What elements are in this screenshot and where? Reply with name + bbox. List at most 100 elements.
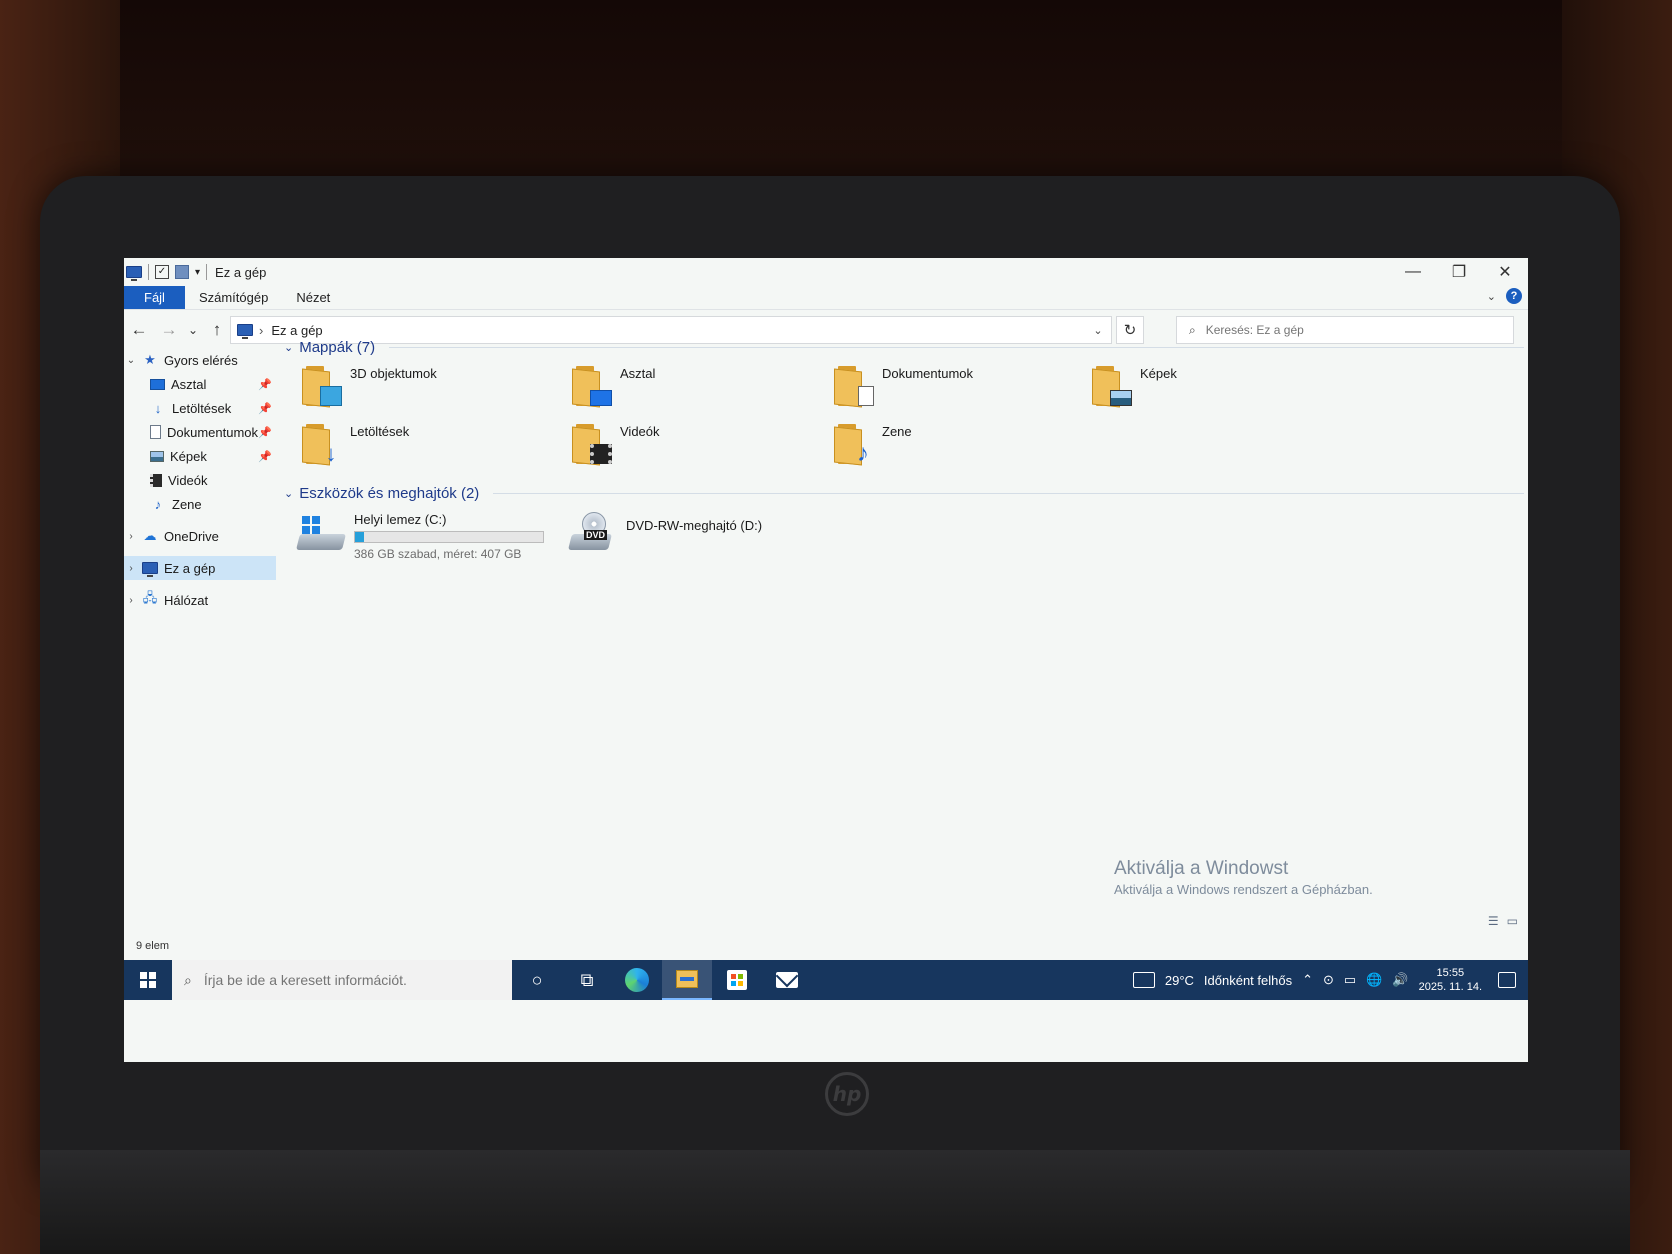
cortana-button[interactable]: ○ (512, 960, 562, 1000)
file-explorer-icon (676, 970, 698, 988)
expand-chevron-icon[interactable]: › (124, 595, 138, 606)
taskbar-search-input[interactable] (203, 972, 494, 988)
sidebar-item-network[interactable]: › 🖧 Hálózat (124, 588, 276, 612)
folder-documents[interactable]: Dokumentumok (834, 366, 973, 408)
meet-now-icon[interactable]: ⊙ (1323, 972, 1334, 988)
new-folder-icon[interactable] (175, 265, 189, 279)
desktop-icon (150, 378, 165, 390)
tab-computer[interactable]: Számítógép (185, 286, 282, 309)
expand-chevron-icon[interactable]: › (124, 531, 138, 542)
folder-desktop[interactable]: Asztal (572, 366, 655, 408)
folder-videos[interactable]: Videók (572, 424, 660, 466)
sidebar-item-quick-access[interactable]: ⌄ ★ Gyors elérés (124, 348, 276, 372)
folder-3d-objects[interactable]: 3D objektumok (302, 366, 437, 408)
collapse-chevron-icon[interactable]: ⌄ (284, 487, 293, 500)
documents-folder-icon (834, 366, 874, 408)
tab-view[interactable]: Nézet (282, 286, 344, 309)
pin-icon[interactable]: 📌 (258, 378, 272, 391)
taskbar-file-explorer[interactable] (662, 960, 712, 1000)
drives-group-header[interactable]: ⌄ Eszközök és meghajtók (2) (284, 482, 1524, 504)
customize-toolbar-icon[interactable]: ▾ (195, 267, 200, 278)
divider (206, 264, 208, 280)
sidebar-item-downloads[interactable]: ↓ Letöltések 📌 (124, 396, 276, 420)
drive-dvd-d[interactable]: DVD DVD-RW-meghajtó (D:) (568, 512, 762, 552)
sidebar-item-onedrive[interactable]: › ☁ OneDrive (124, 524, 276, 548)
notification-center-icon[interactable] (1498, 972, 1516, 988)
close-button[interactable]: ✕ (1482, 258, 1528, 286)
expand-chevron-icon[interactable]: › (124, 563, 138, 574)
folder-label: Videók (620, 424, 660, 439)
sidebar-item-label: Képek (170, 448, 207, 464)
folder-pictures[interactable]: Képek (1092, 366, 1177, 408)
battery-icon[interactable]: ▭ (1344, 972, 1356, 988)
taskbar-search[interactable]: ⌕ (172, 960, 512, 1000)
taskbar-mail[interactable] (762, 960, 812, 1000)
clock-date: 2025. 11. 14. (1418, 981, 1482, 993)
group-title: Eszközök és meghajtók (2) (299, 484, 480, 502)
star-icon: ★ (144, 352, 156, 367)
search-input[interactable] (1205, 323, 1486, 337)
minimize-button[interactable]: — (1390, 258, 1436, 286)
properties-icon[interactable]: ✓ (155, 265, 169, 279)
weather-icon[interactable] (1132, 972, 1155, 988)
show-hidden-icons-icon[interactable]: ⌃ (1302, 972, 1313, 988)
3d-objects-folder-icon (302, 366, 342, 408)
recent-locations-button[interactable]: ⌄ (184, 315, 202, 345)
network-icon: 🖧 (142, 590, 158, 605)
sidebar-item-label: OneDrive (164, 528, 219, 544)
sidebar-item-this-pc[interactable]: › Ez a gép (124, 556, 276, 580)
cloud-icon: ☁ (143, 528, 157, 543)
folder-label: Zene (882, 424, 912, 439)
ribbon-tabs: Fájl Számítógép Nézet ⌄ ? (124, 286, 1528, 310)
weather-description[interactable]: Időnként felhős (1204, 973, 1292, 988)
window-title: Ez a gép (215, 264, 267, 280)
collapse-chevron-icon[interactable]: ⌄ (284, 341, 293, 354)
breadcrumb-separator[interactable]: › (259, 323, 263, 338)
sidebar-item-desktop[interactable]: Asztal 📌 (124, 372, 276, 396)
volume-icon[interactable]: 🔊 (1392, 972, 1408, 988)
sidebar-item-label: Dokumentumok (167, 424, 259, 440)
task-view-button[interactable]: ⧉ (562, 960, 612, 1000)
pictures-icon (150, 450, 164, 462)
task-view-icon: ⧉ (580, 969, 594, 990)
pin-icon[interactable]: 📌 (258, 426, 272, 439)
divider (148, 264, 149, 280)
weather-temperature[interactable]: 29°C (1165, 973, 1194, 988)
music-icon: ♪ (154, 496, 162, 512)
downloads-icon: ↓ (154, 400, 162, 416)
tab-file[interactable]: Fájl (124, 286, 185, 309)
network-globe-icon[interactable]: 🌐 (1366, 972, 1382, 988)
up-button[interactable]: ↑ (202, 315, 232, 345)
hp-logo: hp (825, 1072, 869, 1116)
back-button[interactable]: ← (124, 315, 154, 345)
documents-icon (150, 425, 161, 439)
clock[interactable]: 15:55 2025. 11. 14. (1419, 966, 1482, 994)
large-icons-view-icon[interactable]: ▭ (1507, 914, 1518, 928)
collapse-chevron-icon[interactable]: ⌄ (124, 355, 138, 366)
folders-group-header[interactable]: ⌄ Mappák (7) (284, 336, 1524, 358)
folder-downloads[interactable]: ↓ Letöltések (302, 424, 409, 466)
pin-icon[interactable]: 📌 (258, 450, 272, 463)
taskbar-store[interactable] (712, 960, 762, 1000)
details-view-icon[interactable]: ☰ (1488, 914, 1499, 928)
sidebar-item-pictures[interactable]: Képek 📌 (124, 444, 276, 468)
music-folder-icon: ♪ (834, 424, 874, 467)
folder-music[interactable]: ♪ Zene (834, 424, 912, 467)
view-toggle: ☰ ▭ (1488, 914, 1518, 928)
store-icon (727, 970, 747, 990)
search-icon: ⌕ (184, 971, 192, 988)
expand-ribbon-icon[interactable]: ⌄ (1487, 290, 1496, 303)
taskbar-edge[interactable] (612, 960, 662, 1000)
sidebar-item-music[interactable]: ♪ Zene (124, 492, 276, 516)
sidebar-item-videos[interactable]: Videók (124, 468, 276, 492)
start-button[interactable] (124, 960, 172, 1000)
help-icon[interactable]: ? (1506, 288, 1522, 304)
drive-local-disk-c[interactable]: Helyi lemez (C:) 386 GB szabad, méret: 4… (296, 512, 544, 561)
sidebar-item-label: Gyors elérés (164, 352, 238, 368)
forward-button[interactable]: → (154, 315, 184, 345)
pin-icon[interactable]: 📌 (258, 402, 272, 415)
sidebar-item-documents[interactable]: Dokumentumok 📌 (124, 420, 276, 444)
taskbar: ⌕ ○ ⧉ 29°C Időnként felhős ⌃ ⊙ ▭ 🌐 🔊 15:… (124, 960, 1528, 1000)
restore-button[interactable]: ❐ (1436, 258, 1482, 286)
